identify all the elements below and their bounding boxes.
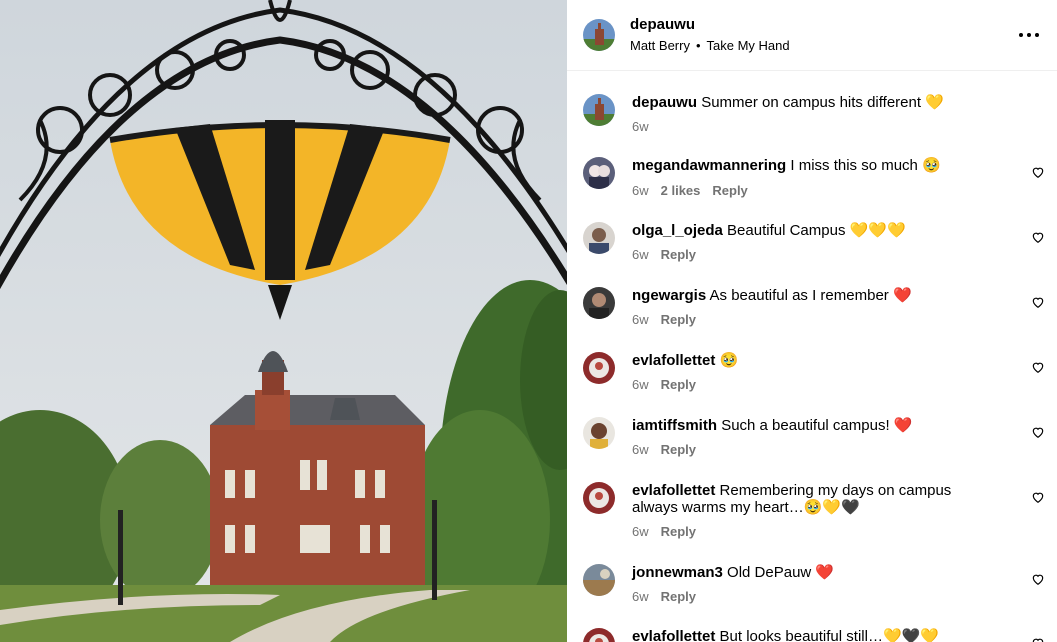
reply-button[interactable]: Reply <box>661 589 696 604</box>
comment-time[interactable]: 6w <box>632 183 649 198</box>
commenter-avatar[interactable] <box>583 287 615 319</box>
post-media[interactable] <box>0 0 567 642</box>
comment-likes[interactable]: 2 likes <box>661 183 701 198</box>
comment-time[interactable]: 6w <box>632 524 649 539</box>
comment-meta: 6w Reply <box>632 247 708 262</box>
comment-text: megandawmannering I miss this so much 🥹 <box>632 157 992 174</box>
reply-button[interactable]: Reply <box>661 247 696 262</box>
heart-outline-icon[interactable] <box>1031 425 1045 439</box>
comment-username[interactable]: megandawmannering <box>632 157 786 174</box>
comments-panel: depauwu Matt Berry • Take My Hand depauwu … <box>567 0 1057 642</box>
commenter-avatar[interactable] <box>583 482 615 514</box>
commenter-avatar[interactable] <box>583 417 615 449</box>
post-header: depauwu Matt Berry • Take My Hand <box>567 0 1057 71</box>
comment-username[interactable]: iamtiffsmith <box>632 417 717 434</box>
comment-body: Summer on campus hits different 💛 <box>701 94 944 111</box>
comment-time[interactable]: 6w <box>632 589 649 604</box>
comment-time[interactable]: 6w <box>632 442 649 457</box>
reply-button[interactable]: Reply <box>661 312 696 327</box>
heart-outline-icon[interactable] <box>1031 636 1045 642</box>
comment-time[interactable]: 6w <box>632 377 649 392</box>
heart-outline-icon[interactable] <box>1031 490 1045 504</box>
heart-outline-icon[interactable] <box>1031 295 1045 309</box>
audio-track: Take My Hand <box>706 38 790 53</box>
comment-username[interactable]: evlafollettet <box>632 628 715 642</box>
audio-info[interactable]: Matt Berry • Take My Hand <box>630 38 790 53</box>
commenter-avatar[interactable] <box>583 628 615 642</box>
comment-meta: 6w Reply <box>632 442 708 457</box>
comment-text: jonnewman3 Old DePauw ❤️ <box>632 564 992 581</box>
comment-text: olga_l_ojeda Beautiful Campus 💛💛💛 <box>632 222 992 239</box>
comment-meta: 6w <box>632 119 661 134</box>
commenter-avatar[interactable] <box>583 564 615 596</box>
comment-meta: 6w 2 likes Reply <box>632 183 760 198</box>
comment-time[interactable]: 6w <box>632 312 649 327</box>
audio-artist: Matt Berry <box>630 38 690 53</box>
comment-username[interactable]: ngewargis <box>632 287 706 304</box>
comment-text: iamtiffsmith Such a beautiful campus! ❤️ <box>632 417 992 434</box>
comment-body: Old DePauw ❤️ <box>727 564 835 581</box>
comment-body: Such a beautiful campus! ❤️ <box>721 417 913 434</box>
comment-body: But looks beautiful still…💛🖤💛 <box>719 628 939 642</box>
commenter-avatar[interactable] <box>583 352 615 384</box>
heart-outline-icon[interactable] <box>1031 230 1045 244</box>
comment-text: evlafollettet 🥹 <box>632 352 992 369</box>
author-username[interactable]: depauwu <box>630 16 695 33</box>
comment-username[interactable]: evlafollettet <box>632 352 715 369</box>
comment-username[interactable]: olga_l_ojeda <box>632 222 723 239</box>
reply-button[interactable]: Reply <box>661 442 696 457</box>
comment-body: 🥹 <box>719 352 739 369</box>
comment-meta: 6w Reply <box>632 589 708 604</box>
more-options-icon[interactable] <box>1019 26 1039 42</box>
comment-text: ngewargis As beautiful as I remember ❤️ <box>632 287 992 304</box>
comment-username[interactable]: evlafollettet <box>632 482 715 499</box>
commenter-avatar[interactable] <box>583 222 615 254</box>
reply-button[interactable]: Reply <box>661 524 696 539</box>
comment-time[interactable]: 6w <box>632 247 649 262</box>
comment-meta: 6w Reply <box>632 312 708 327</box>
comment-time[interactable]: 6w <box>632 119 649 134</box>
comment-username[interactable]: depauwu <box>632 94 697 111</box>
heart-outline-icon[interactable] <box>1031 360 1045 374</box>
comment-body: I miss this so much 🥹 <box>790 157 941 174</box>
reply-button[interactable]: Reply <box>661 377 696 392</box>
comment-meta: 6w Reply <box>632 524 708 539</box>
heart-outline-icon[interactable] <box>1031 165 1045 179</box>
comment-text: evlafollettet But looks beautiful still…… <box>632 628 992 642</box>
commenter-avatar[interactable] <box>583 157 615 189</box>
author-avatar[interactable] <box>583 19 615 51</box>
comment-text: evlafollettet Remembering my days on cam… <box>632 482 992 516</box>
comment-username[interactable]: jonnewman3 <box>632 564 723 581</box>
campus-video-frame <box>0 0 567 642</box>
comment-meta: 6w Reply <box>632 377 708 392</box>
comment-body: Beautiful Campus 💛💛💛 <box>727 222 906 239</box>
comment-body: As beautiful as I remember ❤️ <box>709 287 912 304</box>
reply-button[interactable]: Reply <box>712 183 747 198</box>
heart-outline-icon[interactable] <box>1031 572 1045 586</box>
separator-dot: • <box>695 38 701 53</box>
commenter-avatar[interactable] <box>583 94 615 126</box>
comment-text: depauwu Summer on campus hits different … <box>632 94 992 111</box>
